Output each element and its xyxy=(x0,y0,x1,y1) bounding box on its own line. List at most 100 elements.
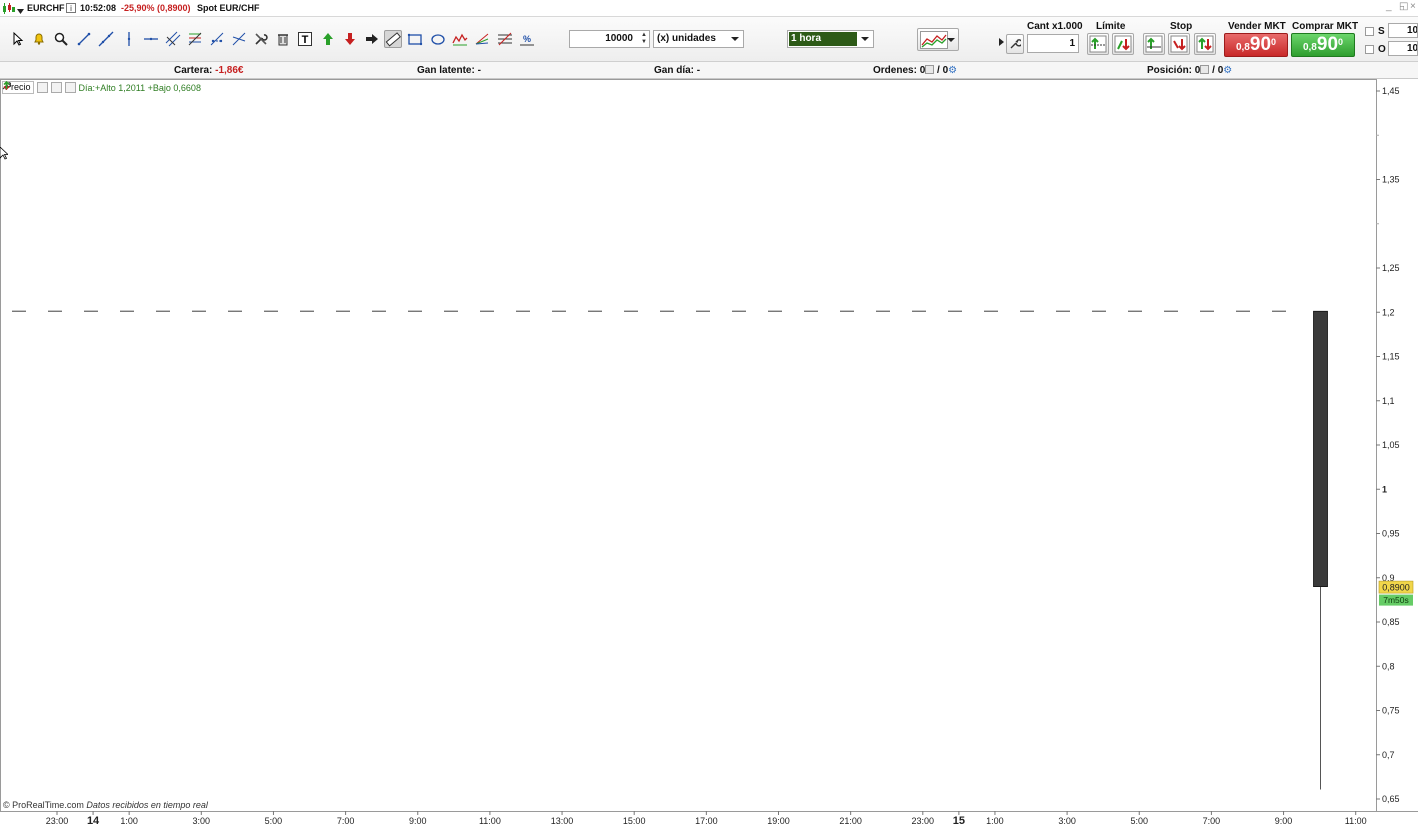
ellipse-icon[interactable] xyxy=(429,30,447,48)
footer-brand[interactable]: © ProRealTime.com xyxy=(3,800,84,810)
right-arrow-icon[interactable] xyxy=(363,30,381,48)
day-gain-label: Gan día: xyxy=(654,65,695,76)
channel-icon[interactable] xyxy=(164,30,182,48)
ruler-icon[interactable] xyxy=(384,30,402,48)
x-tick-label: 3:00 xyxy=(193,816,211,826)
chart-canvas[interactable]: 1,451,351,251,21,151,11,0510,950,90,850,… xyxy=(0,79,1418,826)
percent-icon[interactable]: % xyxy=(518,30,536,48)
sell-market-button[interactable]: 0,8 90 0 xyxy=(1224,33,1288,57)
chart-legend: Precio Día:+Alto 1,2011 +Bajo 0,6608 xyxy=(2,81,201,94)
close-icon[interactable]: × xyxy=(1410,1,1416,12)
trash-icon[interactable] xyxy=(274,30,292,48)
stop-header: Stop xyxy=(1170,21,1193,32)
s-checkbox[interactable] xyxy=(1365,27,1374,36)
title-bar: EURCHF i 10:52:08 -25,90% (0,8900) Spot … xyxy=(0,0,1418,17)
o-value-input[interactable]: 10 xyxy=(1388,41,1418,56)
up-arrow-icon[interactable] xyxy=(319,30,337,48)
x-tick-label: 21:00 xyxy=(839,816,862,826)
chart-type-button[interactable] xyxy=(917,28,959,51)
position-list-icon[interactable] xyxy=(1200,65,1210,74)
cursor-icon[interactable] xyxy=(9,30,27,48)
segment-icon[interactable] xyxy=(75,30,93,48)
price-chart[interactable]: 1,45 1,35 1,25 1,2 1,15 1,1 1,05 1 0,95 0,9 0,85 0,… xyxy=(0,79,1418,826)
x-tick-label: 17:00 xyxy=(695,816,718,826)
svg-text:T: T xyxy=(302,34,309,46)
sell-limit-button[interactable] xyxy=(1112,33,1134,55)
y-tick-label: 1 xyxy=(1382,484,1387,494)
alert-bell-icon[interactable] xyxy=(30,30,48,48)
restore-icon[interactable]: ◱ xyxy=(1399,1,1408,12)
zoom-icon[interactable] xyxy=(52,30,70,48)
gann-icon[interactable] xyxy=(496,30,514,48)
x-tick-label: 11:00 xyxy=(1345,816,1367,826)
last-update-time: 10:52:08 xyxy=(80,3,117,13)
chevron-down-icon[interactable] xyxy=(17,6,24,17)
o-checkbox[interactable] xyxy=(1365,45,1374,54)
order-settings-button[interactable] xyxy=(1006,34,1024,54)
units-select[interactable]: (x) unidades xyxy=(653,30,744,48)
minimize-icon[interactable]: _ xyxy=(1386,1,1392,12)
s-value-input[interactable]: 10 xyxy=(1388,23,1418,38)
units-value: (x) unidades xyxy=(657,33,716,44)
x-tick-label: 15:00 xyxy=(623,816,646,826)
rectangle-icon[interactable] xyxy=(406,30,424,48)
portfolio-value: -1,86€ xyxy=(215,65,244,76)
buy-limit-button[interactable] xyxy=(1087,33,1109,55)
stop-order-button[interactable] xyxy=(1194,33,1216,55)
x-tick-label: 1:00 xyxy=(120,816,138,826)
lot-quantity-input[interactable]: 1 xyxy=(1027,34,1079,53)
quantity-input[interactable]: 10000 ▲ ▼ xyxy=(569,30,650,48)
sell-stop-button[interactable] xyxy=(1168,33,1190,55)
symbol-name[interactable]: EURCHF xyxy=(27,3,65,13)
sell-stop-icon xyxy=(1170,35,1188,53)
x-date-label: 15 xyxy=(953,815,965,826)
y-tick-label: 1,05 xyxy=(1382,440,1400,450)
o-label: O xyxy=(1378,44,1386,55)
sell-price-prefix: 0,8 xyxy=(1235,42,1250,53)
info-icon[interactable]: i xyxy=(66,3,76,16)
portfolio-label: Cartera: xyxy=(174,65,213,76)
day-high-low: Día:+Alto 1,2011 +Bajo 0,6608 xyxy=(78,82,201,93)
cross-line-icon[interactable] xyxy=(230,30,248,48)
settings-tools-icon[interactable] xyxy=(252,30,270,48)
unrealized-gain-value: - xyxy=(477,65,481,76)
down-arrow-icon[interactable] xyxy=(341,30,359,48)
remove-indicator-icon[interactable] xyxy=(3,82,62,93)
x-tick-label: 5:00 xyxy=(265,816,283,826)
line-icon[interactable] xyxy=(97,30,115,48)
position-gear-icon[interactable]: ⚙ xyxy=(1223,65,1232,76)
add-indicator-icon[interactable] xyxy=(3,81,76,93)
price-change: -25,90% (0,8900) xyxy=(121,3,191,13)
x-tick-label: 9:00 xyxy=(409,816,427,826)
y-tick-label: 1,45 xyxy=(1382,86,1400,96)
buy-market-button[interactable]: 0,8 90 0 xyxy=(1291,33,1355,57)
data-source-footer: © ProRealTime.com Datos recibidos en tie… xyxy=(3,800,208,810)
fibonacci-icon[interactable] xyxy=(186,30,204,48)
x-tick-label: 9:00 xyxy=(1275,816,1293,826)
fan-icon[interactable] xyxy=(473,30,491,48)
position-separator: / xyxy=(1212,65,1215,76)
x-tick-label: 19:00 xyxy=(767,816,790,826)
orders-gear-icon[interactable]: ⚙ xyxy=(948,65,957,76)
day-gain: Gan día: - xyxy=(654,65,700,76)
y-tick-label: 0,75 xyxy=(1382,706,1400,716)
panel-expand-icon[interactable] xyxy=(999,38,1004,49)
buy-stop-button[interactable] xyxy=(1143,33,1165,55)
candlestick-chart-icon xyxy=(2,3,16,17)
vertical-line-icon[interactable] xyxy=(120,30,138,48)
chevron-down-icon xyxy=(731,37,739,41)
o-value: 10 xyxy=(1407,43,1418,54)
stop-order-icon xyxy=(1196,35,1214,53)
buy-price-prefix: 0,8 xyxy=(1302,42,1317,53)
wrench-icon[interactable] xyxy=(2,82,48,93)
pitchfork-icon[interactable] xyxy=(208,30,226,48)
quantity-spinner-icon[interactable]: ▲ ▼ xyxy=(641,32,647,46)
y-tick-label: 1,15 xyxy=(1382,352,1400,362)
s-label: S xyxy=(1378,26,1385,37)
timeframe-select[interactable]: 1 hora xyxy=(787,30,874,48)
orders-label: Ordenes: xyxy=(873,65,917,76)
text-icon[interactable]: T xyxy=(296,30,314,48)
wave-icon[interactable] xyxy=(451,30,469,48)
horizontal-line-icon[interactable] xyxy=(142,30,160,48)
orders-list-icon[interactable] xyxy=(925,65,935,74)
